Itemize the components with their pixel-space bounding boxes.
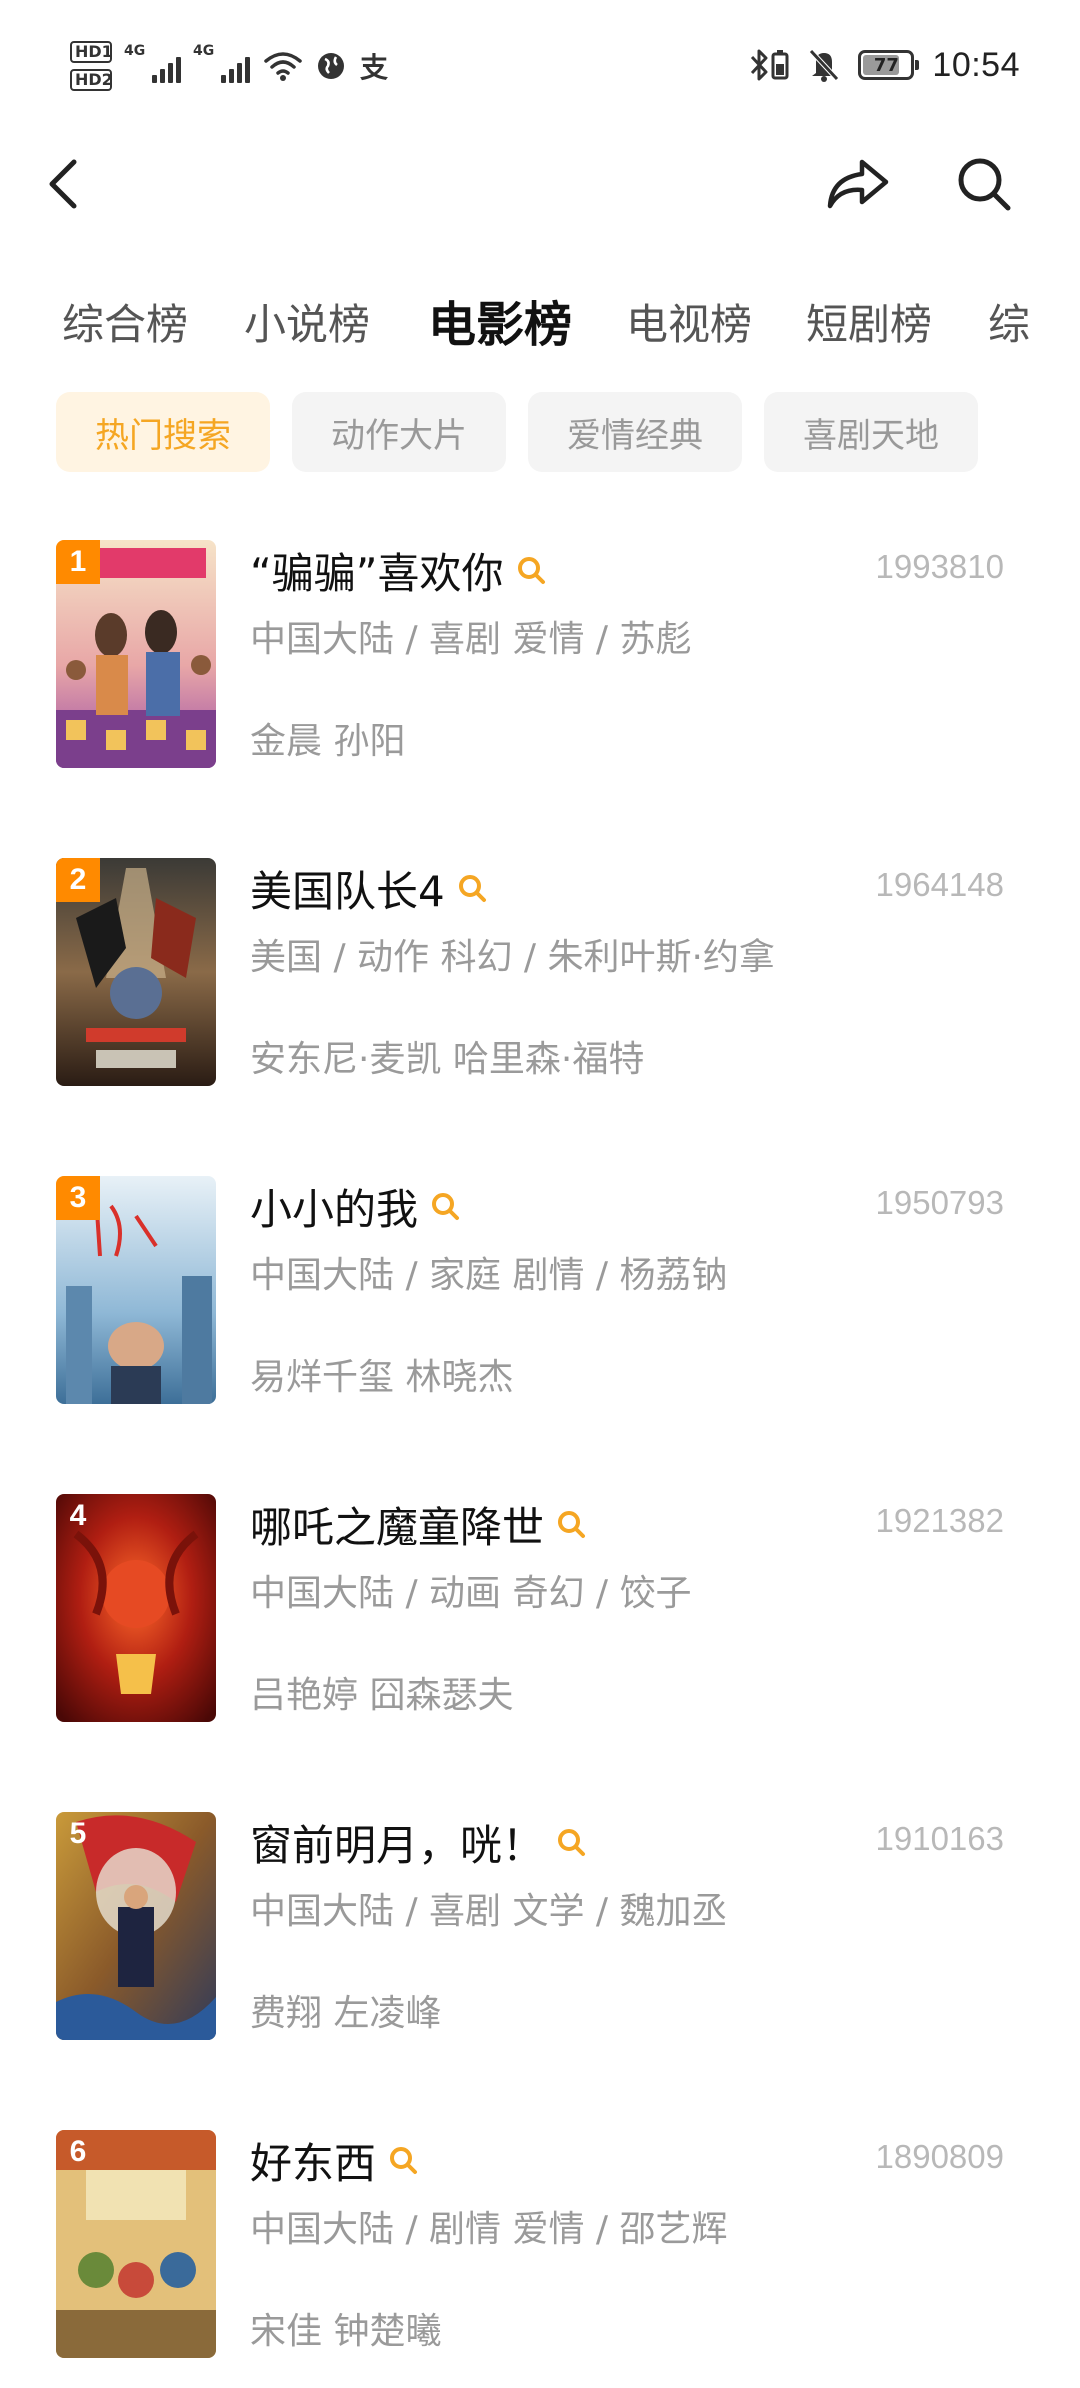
status-left: HD1 HD2 4G 4G 支 xyxy=(70,38,388,94)
signal-1-icon: 4G xyxy=(124,43,181,83)
movie-meta: 中国大陆 / 家庭 剧情 / 杨荔钠 xyxy=(250,1255,728,1296)
title-row: 小小的我 xyxy=(250,1176,460,1236)
hot-search-ranking-page: HD1 HD2 4G 4G 支 77 10:54 综合榜 小说榜 电影榜 电视榜… xyxy=(0,0,1080,2388)
search-icon[interactable] xyxy=(457,873,487,903)
list-item[interactable]: 3 小小的我 1950793 中国大陆 / 家庭 剧情 / 杨荔钠 易烊千玺 林… xyxy=(0,1176,1080,1406)
rank-badge: 6 xyxy=(69,2135,87,2168)
search-button[interactable] xyxy=(948,148,1020,220)
movie-cast: 吕艳婷 囧森瑟夫 xyxy=(250,1675,514,1716)
rank-badge: 2 xyxy=(56,858,100,902)
list-item[interactable]: 6 好东西 1890809 中国大陆 / 剧情 爱情 / 邵艺辉 宋佳 钟楚曦 xyxy=(0,2130,1080,2360)
movie-title: 好东西 xyxy=(250,2138,377,2188)
hot-score: 1964148 xyxy=(875,866,1004,903)
movie-meta: 中国大陆 / 喜剧 爱情 / 苏彪 xyxy=(250,619,692,660)
movie-poster: 3 xyxy=(56,1176,216,1404)
movie-cast: 费翔 左凌峰 xyxy=(250,1993,442,2034)
movie-cast: 安东尼·麦凯 哈里森·福特 xyxy=(250,1039,645,1080)
alipay-icon: 支 xyxy=(360,51,389,84)
hot-score: 1950793 xyxy=(875,1184,1004,1221)
search-icon[interactable] xyxy=(388,2145,418,2175)
hot-score: 1890809 xyxy=(875,2138,1004,2175)
status-bar: HD1 HD2 4G 4G 支 77 10:54 xyxy=(0,0,1080,130)
search-icon xyxy=(958,158,1011,211)
title-row: 哪吒之魔童降世 xyxy=(250,1494,586,1554)
search-icon[interactable] xyxy=(430,1191,460,1221)
hd-indicators: HD1 HD2 xyxy=(70,41,113,91)
rank-badge: 5 xyxy=(69,1817,87,1850)
globe-icon xyxy=(318,53,344,79)
chevron-left-icon xyxy=(49,159,77,209)
movie-meta: 中国大陆 / 喜剧 文学 / 魏加丞 xyxy=(250,1891,728,1932)
hot-score: 1910163 xyxy=(875,1820,1004,1857)
search-icon[interactable] xyxy=(556,1509,586,1539)
signal-2-icon: 4G xyxy=(193,43,250,83)
title-row: 好东西 xyxy=(250,2130,418,2190)
mute-bell-icon xyxy=(809,49,840,82)
network-1-label: 4G xyxy=(124,43,146,59)
tab-novel[interactable]: 小说榜 xyxy=(244,280,370,370)
ranking-tabs: 综合榜 小说榜 电影榜 电视榜 短剧榜 综 xyxy=(0,280,1080,370)
hd2-badge: HD2 xyxy=(70,69,113,91)
category-chips: 热门搜索 动作大片 爱情经典 喜剧天地 xyxy=(56,392,978,472)
rank-badge: 3 xyxy=(56,1176,100,1220)
hot-score: 1921382 xyxy=(875,1502,1004,1539)
movie-cast: 易烊千玺 林晓杰 xyxy=(250,1357,514,1398)
movie-poster: 1 xyxy=(56,540,216,768)
share-icon xyxy=(827,159,889,209)
tab-tv[interactable]: 电视榜 xyxy=(626,280,752,370)
chip-romance[interactable]: 爱情经典 xyxy=(528,392,742,472)
battery-icon: 77 xyxy=(858,50,920,80)
rank-badge: 1 xyxy=(56,540,100,584)
tab-overall[interactable]: 综合榜 xyxy=(62,280,188,370)
title-row: 美国队长4 xyxy=(250,858,487,918)
clock: 10:54 xyxy=(932,45,1020,84)
rank-badge: 4 xyxy=(69,1499,87,1532)
movie-poster: 2 xyxy=(56,858,216,1086)
top-nav-bar xyxy=(0,130,1080,240)
status-right: 77 10:54 xyxy=(748,40,1020,90)
tab-movie[interactable]: 电影榜 xyxy=(428,280,572,370)
movie-meta: 中国大陆 / 动画 奇幻 / 饺子 xyxy=(250,1573,692,1614)
network-2-label: 4G xyxy=(193,43,215,59)
movie-title: 小小的我 xyxy=(250,1184,419,1234)
list-item[interactable]: 5 窗前明月，咣！ 1910163 中国大陆 / 喜剧 文学 / 魏加丞 费翔 … xyxy=(0,1812,1080,2042)
wifi-icon xyxy=(264,52,302,81)
hd1-badge: HD1 xyxy=(70,41,113,63)
chip-action[interactable]: 动作大片 xyxy=(292,392,506,472)
chip-hot-search[interactable]: 热门搜索 xyxy=(56,392,270,472)
title-row: “骗骗”喜欢你 xyxy=(250,540,546,600)
search-icon[interactable] xyxy=(516,555,546,585)
movie-title: 哪吒之魔童降世 xyxy=(250,1502,545,1552)
back-button[interactable] xyxy=(28,148,100,220)
list-item[interactable]: 1 “骗骗”喜欢你 1993810 中国大陆 / 喜剧 爱情 / 苏彪 金晨 孙… xyxy=(0,540,1080,770)
list-item[interactable]: 2 美国队长4 1964148 美国 / 动作 科幻 / 朱利叶斯·约拿 安东尼… xyxy=(0,858,1080,1088)
title-row: 窗前明月，咣！ xyxy=(250,1812,586,1872)
movie-title: 美国队长4 xyxy=(250,866,445,916)
movie-meta: 美国 / 动作 科幻 / 朱利叶斯·约拿 xyxy=(250,937,775,978)
movie-title: 窗前明月，咣！ xyxy=(250,1820,545,1870)
share-button[interactable] xyxy=(822,148,894,220)
movie-cast: 宋佳 钟楚曦 xyxy=(250,2311,442,2352)
tab-short-drama[interactable]: 短剧榜 xyxy=(806,280,932,370)
movie-poster: 4 xyxy=(56,1494,216,1722)
movie-meta: 中国大陆 / 剧情 爱情 / 邵艺辉 xyxy=(250,2209,728,2250)
tab-variety[interactable]: 综 xyxy=(988,280,1030,370)
movie-cast: 金晨 孙阳 xyxy=(250,721,406,762)
bluetooth-battery-icon xyxy=(751,49,789,81)
hot-score: 1993810 xyxy=(875,548,1004,585)
movie-title: “骗骗”喜欢你 xyxy=(250,548,504,598)
movie-poster: 6 xyxy=(56,2130,216,2358)
chip-comedy[interactable]: 喜剧天地 xyxy=(764,392,978,472)
movie-poster: 5 xyxy=(56,1812,216,2040)
list-item[interactable]: 4 哪吒之魔童降世 1921382 中国大陆 / 动画 奇幻 / 饺子 吕艳婷 … xyxy=(0,1494,1080,1724)
search-icon[interactable] xyxy=(556,1827,586,1857)
battery-percent: 77 xyxy=(873,54,899,76)
